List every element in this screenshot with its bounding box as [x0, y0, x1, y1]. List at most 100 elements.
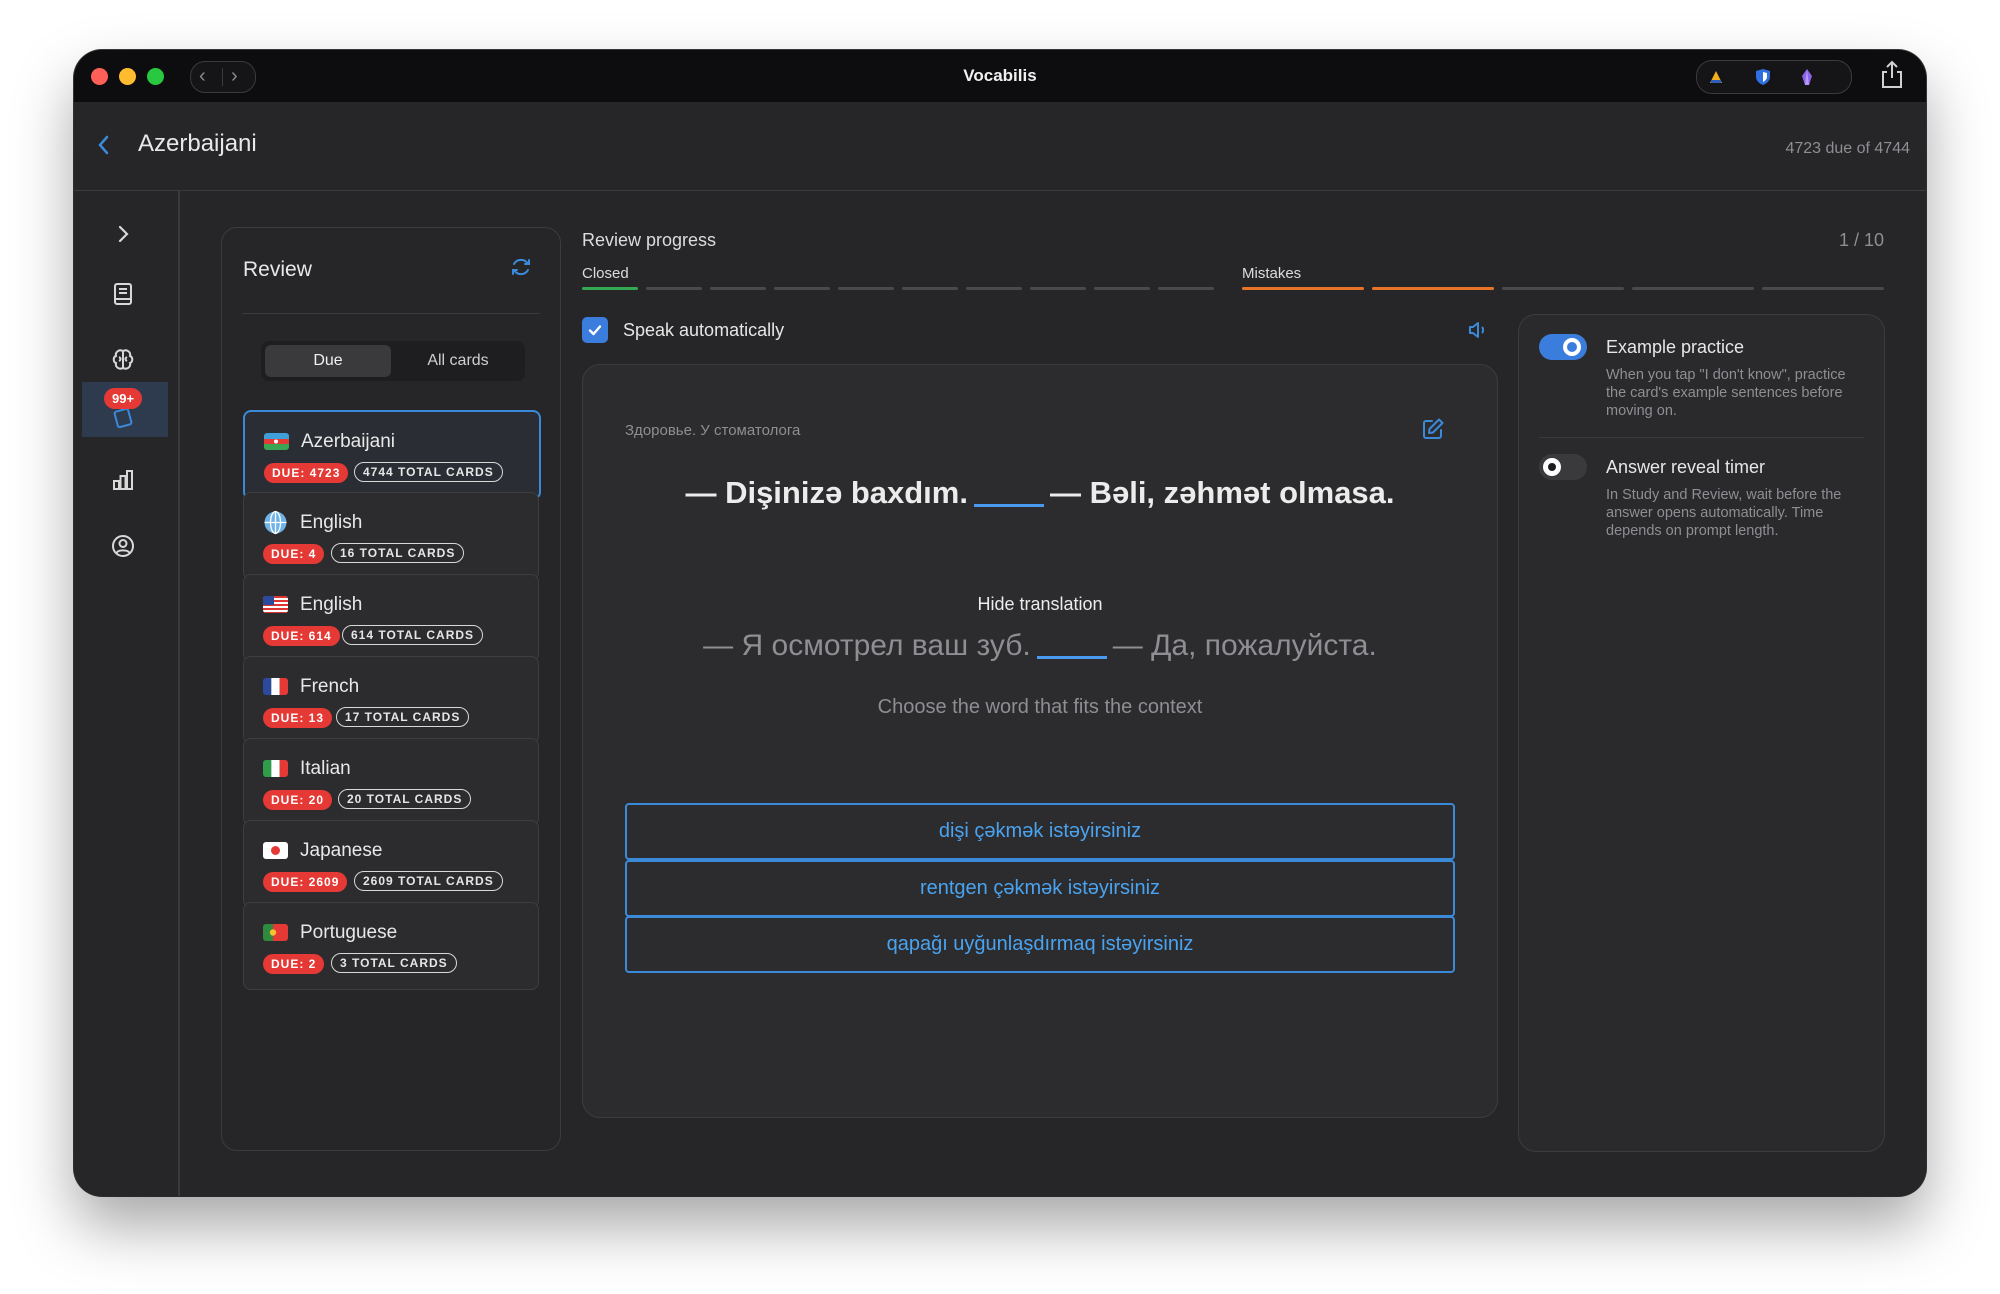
deck-filter-segmented: Due All cards	[261, 341, 525, 381]
closed-progress-segment	[838, 287, 894, 290]
total-cards-badge: 4744 TOTAL CARDS	[354, 462, 503, 482]
example-practice-toggle[interactable]	[1539, 334, 1587, 360]
shield-extension-icon[interactable]	[1755, 68, 1771, 86]
window-title: Vocabilis	[963, 66, 1037, 85]
answer-option-2[interactable]: rentgen çəkmək istəyirsiniz	[625, 860, 1455, 917]
due-badge: DUE: 2	[263, 954, 325, 974]
portugal-flag-icon	[263, 924, 288, 941]
crystal-extension-icon[interactable]	[1799, 68, 1815, 86]
sentence-blank	[973, 494, 1044, 507]
deck-item-italian[interactable]: Italian DUE: 20 20 TOTAL CARDS	[243, 738, 539, 826]
deck-name: English	[300, 512, 363, 533]
review-panel: Review Due All cards Azerbaijani DUE: 47…	[221, 227, 561, 1151]
speak-automatically-label: Speak automatically	[623, 320, 785, 340]
total-cards-badge: 3 TOTAL CARDS	[331, 953, 457, 973]
azerbaijan-flag-icon	[264, 433, 289, 450]
due-badge: DUE: 4	[263, 544, 325, 564]
card-sentence: — Dişinizə baxdım. — Bəli, zəhmət olmasa.	[583, 475, 1497, 511]
edit-icon[interactable]	[1421, 417, 1445, 441]
warning-extension-icon[interactable]	[1709, 70, 1723, 84]
mistakes-progress-segment	[1372, 287, 1494, 290]
chevron-right-icon	[118, 225, 129, 243]
mistakes-progress-segment	[1632, 287, 1754, 290]
total-cards-badge: 2609 TOTAL CARDS	[354, 871, 503, 891]
card-hint: Choose the word that fits the context	[877, 696, 1203, 718]
sidebar-item-study[interactable]	[80, 333, 166, 387]
answer-reveal-timer-title: Answer reveal timer	[1606, 457, 1766, 477]
answer-reveal-timer-toggle[interactable]	[1539, 454, 1587, 480]
deck-item-azerbaijani[interactable]: Azerbaijani DUE: 4723 4744 TOTAL CARDS	[243, 410, 541, 500]
tab-due[interactable]: Due	[265, 345, 391, 377]
sidebar-item-profile[interactable]	[80, 519, 166, 573]
sentence-after: — Bəli, zəhmət olmasa.	[1049, 475, 1395, 510]
sidebar-expand-button[interactable]	[80, 207, 166, 261]
bar-chart-icon	[113, 470, 133, 490]
translation-after: — Да, пожалуйста.	[1112, 629, 1377, 662]
globe-icon	[264, 510, 287, 535]
us-flag-icon	[263, 596, 288, 613]
deck-item-french[interactable]: French DUE: 13 17 TOTAL CARDS	[243, 656, 539, 744]
deck-item-english-us[interactable]: English DUE: 614 614 TOTAL CARDS	[243, 574, 539, 662]
refresh-icon[interactable]	[510, 256, 532, 278]
mistakes-progress-segment	[1242, 287, 1364, 290]
deck-name: Italian	[300, 758, 351, 779]
closed-progress-segment	[774, 287, 830, 290]
closed-progress-segment	[710, 287, 766, 290]
app-window: ‹ › Vocabilis Azerbaijani 4723 due of 47…	[74, 50, 1926, 1196]
flashcard: Здоровье. У стоматолога — Dişinizə baxdı…	[582, 364, 1498, 1118]
example-practice-desc: When you tap "I don't know", practice th…	[1606, 367, 1846, 419]
closed-progress-segment	[966, 287, 1022, 290]
due-badge: DUE: 614	[263, 626, 340, 646]
review-count-badge: 99+	[104, 388, 143, 409]
sidebar-item-review[interactable]: 99+	[82, 382, 168, 437]
total-cards-badge: 17 TOTAL CARDS	[336, 707, 470, 727]
user-circle-icon	[112, 535, 134, 557]
review-progress-label: Review progress	[582, 230, 717, 250]
total-cards-badge: 20 TOTAL CARDS	[338, 789, 472, 809]
review-title: Review	[243, 258, 312, 281]
deck-name: English	[300, 594, 363, 615]
answer-option-1[interactable]: dişi çəkmək istəyirsiniz	[625, 803, 1455, 860]
deck-item-english-global[interactable]: English DUE: 4 16 TOTAL CARDS	[243, 492, 539, 580]
checkmark-icon	[588, 325, 602, 336]
deck-name: French	[300, 676, 360, 697]
tab-all-cards[interactable]: All cards	[395, 345, 521, 377]
closed-progress-segment	[902, 287, 958, 290]
sentence-before: — Dişinizə baxdım.	[685, 475, 968, 510]
answer-option-3[interactable]: qapağı uyğunlaşdırmaq istəyirsiniz	[625, 916, 1455, 973]
page-header: Azerbaijani 4723 due of 4744	[74, 102, 1926, 191]
speak-automatically-checkbox[interactable]	[582, 317, 608, 343]
deck-name: Azerbaijani	[301, 431, 395, 452]
due-badge: DUE: 4723	[264, 463, 349, 483]
due-summary: 4723 due of 4744	[1785, 140, 1910, 157]
closed-progress-segment	[1094, 287, 1150, 290]
example-practice-title: Example practice	[1606, 337, 1745, 357]
sidebar: 99+	[74, 191, 180, 1196]
back-chevron-icon[interactable]	[94, 132, 114, 158]
due-badge: DUE: 13	[263, 708, 333, 728]
mistakes-progress-segment	[1502, 287, 1624, 290]
settings-panel: Example practice When you tap "I don't k…	[1518, 314, 1885, 1152]
hide-translation-button[interactable]: Hide translation	[583, 594, 1497, 615]
mistakes-progress-segment	[1762, 287, 1884, 290]
speaker-icon[interactable]	[1466, 318, 1490, 342]
total-cards-badge: 614 TOTAL CARDS	[342, 625, 484, 645]
page-title: Azerbaijani	[138, 130, 257, 157]
closed-progress-segment	[582, 287, 638, 290]
sidebar-item-library[interactable]	[80, 267, 166, 321]
card-translation: — Я осмотрел ваш зуб. — Да, пожалуйста.	[583, 629, 1497, 663]
book-icon	[114, 283, 132, 305]
closed-label: Closed	[582, 265, 629, 282]
deck-item-japanese[interactable]: Japanese DUE: 2609 2609 TOTAL CARDS	[243, 820, 539, 908]
card-topic: Здоровье. У стоматолога	[625, 422, 801, 439]
deck-item-portuguese[interactable]: Portuguese DUE: 2 3 TOTAL CARDS	[243, 902, 539, 990]
review-progress-count: 1 / 10	[1838, 230, 1884, 250]
share-icon[interactable]	[1878, 59, 1906, 91]
extensions-bar	[1696, 60, 1852, 94]
deck-name: Japanese	[300, 840, 383, 861]
sidebar-item-stats[interactable]	[80, 453, 166, 507]
due-badge: DUE: 20	[263, 790, 333, 810]
mistakes-label: Mistakes	[1242, 265, 1302, 282]
brain-icon	[112, 349, 134, 370]
answer-reveal-timer-desc: In Study and Review, wait before the ans…	[1606, 487, 1842, 539]
